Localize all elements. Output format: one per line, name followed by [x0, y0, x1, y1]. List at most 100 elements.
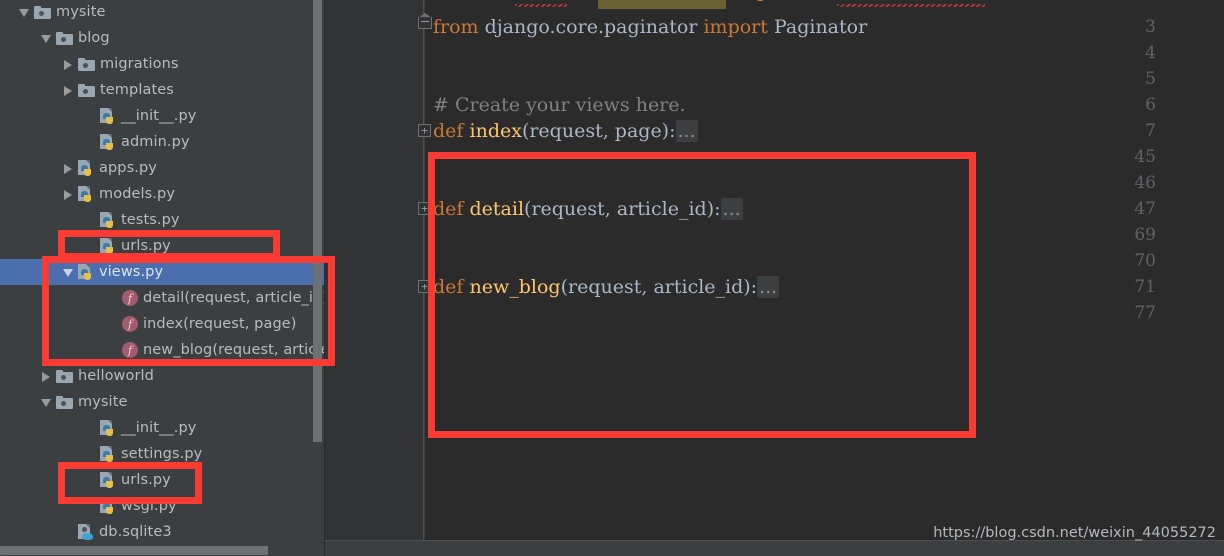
tree-item-migrations[interactable]: migrations [0, 51, 325, 77]
code-token-pl: (request, page): [521, 120, 676, 142]
chevron-down-icon[interactable] [40, 32, 53, 45]
tree-item-urls-py[interactable]: urls.py [0, 233, 325, 259]
code-token-cls: Paginator [767, 16, 868, 38]
line-number: 45 [1134, 147, 1156, 167]
tree-item-label: apps.py [99, 160, 157, 176]
code-line[interactable]: def index(request, page):... [433, 118, 698, 144]
line-number: 77 [1134, 303, 1156, 323]
tree-item-label: __init__.py [121, 420, 197, 436]
folder-icon [78, 83, 95, 97]
code-token-dots: ... [720, 198, 743, 220]
tree-arrow-placeholder [84, 240, 97, 253]
line-number: 5 [1145, 69, 1156, 89]
fold-collapse-icon[interactable] [418, 13, 433, 30]
python-file-icon [78, 159, 94, 177]
chevron-right-icon[interactable] [62, 188, 75, 201]
fold-expand-icon[interactable]: + [418, 202, 431, 215]
code-token-pl: django.core.paginator [478, 16, 704, 38]
chevron-down-icon[interactable] [62, 266, 75, 279]
sqlite-file-icon [78, 523, 94, 541]
folder-icon [56, 369, 73, 383]
chevron-right-icon[interactable] [62, 84, 75, 97]
tree-arrow-placeholder [106, 318, 119, 331]
tree-item-label: helloworld [78, 368, 154, 384]
tree-arrow-placeholder [62, 526, 75, 539]
code-token-fn: detail [469, 198, 525, 220]
code-editor[interactable]: i 3456745464769707177 +++ from django.co… [325, 0, 1224, 556]
tree-item-templates[interactable]: templates [0, 77, 325, 103]
tree-item-label: mysite [78, 394, 128, 410]
partial-keyword-glyph: i [757, 0, 763, 6]
line-number: 69 [1134, 225, 1156, 245]
chevron-right-icon[interactable] [62, 58, 75, 71]
tree-item-mysite[interactable]: mysite [0, 389, 325, 415]
code-token-pl: (request, article_id): [560, 276, 758, 298]
fold-expand-icon[interactable]: + [418, 124, 431, 137]
tree-item-settings-py[interactable]: settings.py [0, 441, 325, 467]
tree-item-label: db.sqlite3 [99, 524, 172, 540]
tree-item-detail-request-article-id[interactable]: f detail(request, article_id) [0, 285, 325, 311]
chevron-down-icon[interactable] [40, 396, 53, 409]
tree-item-mysite[interactable]: mysite [0, 0, 325, 25]
chevron-right-icon[interactable] [40, 370, 53, 383]
spellcheck-squiggle [837, 4, 985, 7]
sidebar-horizontal-scrollbar[interactable] [0, 546, 268, 555]
code-line[interactable]: def detail(request, article_id):... [433, 196, 743, 222]
tree-item-models-py[interactable]: models.py [0, 181, 325, 207]
python-file-icon [78, 185, 94, 203]
python-file-icon [100, 133, 116, 151]
folder-icon [56, 395, 73, 409]
folder-icon [56, 31, 73, 45]
search-match-highlight [598, 0, 726, 9]
code-token-cm: # Create your views here. [433, 94, 686, 116]
tree-item-index-request-page[interactable]: f index(request, page) [0, 311, 325, 337]
tree-arrow-placeholder [106, 292, 119, 305]
code-line[interactable]: # Create your views here. [433, 92, 686, 118]
tree-item-new-blog-request-article-i[interactable]: f new_blog(request, article_i [0, 337, 325, 363]
chevron-down-icon[interactable] [18, 6, 31, 19]
code-line[interactable]: def new_blog(request, article_id):... [433, 274, 780, 300]
tree-item-label: wsgi.py [121, 498, 177, 514]
tree-item-views-py[interactable]: views.py [0, 259, 325, 285]
tree-item-tests-py[interactable]: tests.py [0, 207, 325, 233]
tree-item-label: views.py [99, 264, 164, 280]
status-bar [325, 541, 1224, 556]
code-token-kw: def [433, 198, 464, 220]
tree-item-db-sqlite3[interactable]: db.sqlite3 [0, 519, 325, 545]
code-token-kw: from [433, 16, 479, 38]
tree-item-urls-py[interactable]: urls.py [0, 467, 325, 493]
python-file-icon [100, 419, 116, 437]
tree-item-init-py[interactable]: __init__.py [0, 415, 325, 441]
tree-item-wsgi-py[interactable]: wsgi.py [0, 493, 325, 519]
line-number: 6 [1145, 95, 1156, 115]
tree-item-label: urls.py [121, 238, 171, 254]
line-number: 3 [1145, 17, 1156, 37]
tree-arrow-placeholder [84, 422, 97, 435]
code-token-dots: ... [757, 276, 780, 298]
tree-item-init-py[interactable]: __init__.py [0, 103, 325, 129]
tree-arrow-placeholder [84, 448, 97, 461]
tree-item-admin-py[interactable]: admin.py [0, 129, 325, 155]
tree-item-label: tests.py [121, 212, 180, 228]
python-file-icon [100, 237, 116, 255]
project-tool-window[interactable]: mysite blog migrations templates __init__.py… [0, 0, 325, 556]
sidebar-vertical-scrollbar[interactable] [313, 0, 322, 442]
tree-item-label: mysite [56, 4, 106, 20]
tree-item-label: models.py [99, 186, 175, 202]
tree-item-label: admin.py [121, 134, 190, 150]
line-number: 4 [1145, 43, 1156, 63]
editor-gutter[interactable] [325, 0, 424, 540]
tree-item-apps-py[interactable]: apps.py [0, 155, 325, 181]
code-token-fn: index [469, 120, 522, 142]
python-file-icon [100, 211, 116, 229]
fold-rail [424, 0, 425, 540]
fold-expand-icon[interactable]: + [418, 280, 431, 293]
code-token-kw: import [703, 16, 768, 38]
tree-item-blog[interactable]: blog [0, 25, 325, 51]
tree-arrow-placeholder [84, 136, 97, 149]
tree-item-label: detail(request, article_id) [143, 290, 325, 306]
tree-item-helloworld[interactable]: helloworld [0, 363, 325, 389]
code-line[interactable]: from django.core.paginator import Pagina… [433, 14, 867, 40]
chevron-right-icon[interactable] [62, 162, 75, 175]
tree-arrow-placeholder [84, 110, 97, 123]
